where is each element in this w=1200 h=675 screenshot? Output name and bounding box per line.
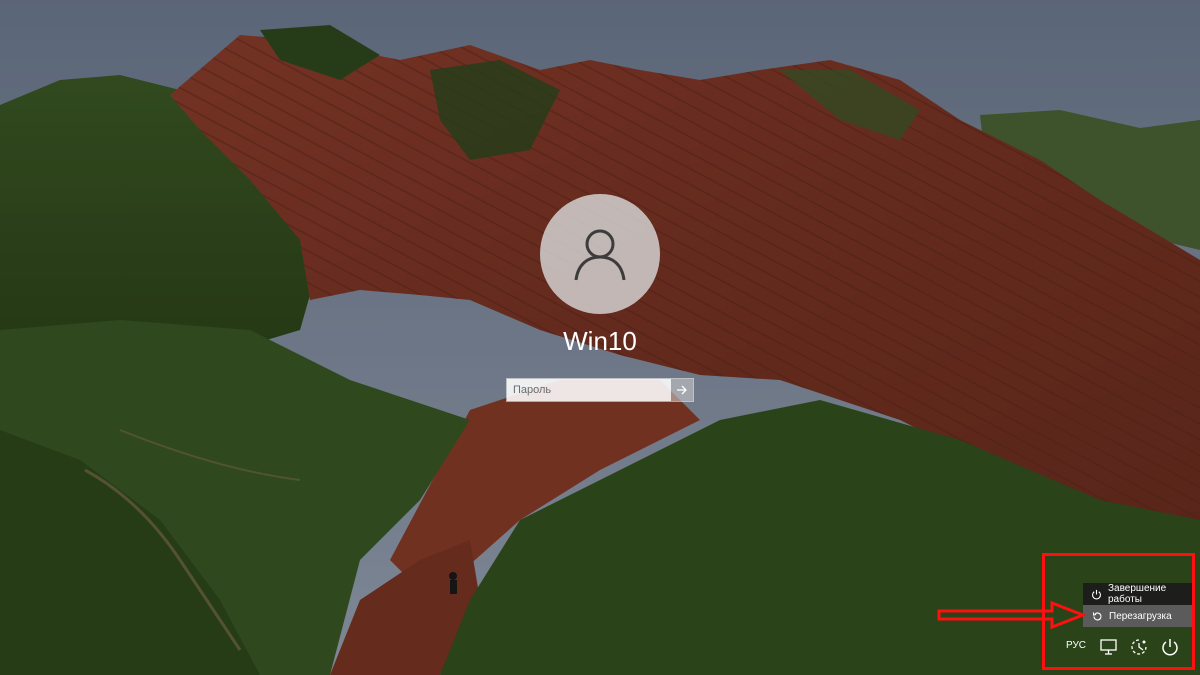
user-avatar: [540, 194, 660, 314]
ease-of-access-icon: [1131, 639, 1147, 655]
power-options-menu: Завершение работы Перезагрузка: [1083, 583, 1195, 627]
power-icon: [1091, 588, 1102, 600]
user-name: Win10: [563, 326, 637, 356]
submit-button[interactable]: [671, 379, 693, 401]
arrow-right-icon: [677, 385, 687, 395]
password-field-container: [506, 378, 694, 402]
restart-menu-item[interactable]: Перезагрузка: [1083, 605, 1195, 627]
user-silhouette-icon: [574, 229, 626, 281]
power-icon: [1162, 639, 1178, 656]
shutdown-label: Завершение работы: [1108, 583, 1167, 605]
ease-of-access-button[interactable]: [1127, 636, 1151, 658]
password-input[interactable]: [507, 379, 671, 401]
restart-label: Перезагрузка: [1109, 610, 1172, 622]
power-button[interactable]: [1158, 636, 1182, 658]
network-icon: [1100, 639, 1117, 655]
shutdown-menu-item[interactable]: Завершение работы: [1083, 583, 1195, 605]
language-indicator[interactable]: РУС: [1066, 640, 1086, 651]
restart-icon: [1091, 610, 1103, 622]
network-button[interactable]: [1097, 636, 1121, 658]
